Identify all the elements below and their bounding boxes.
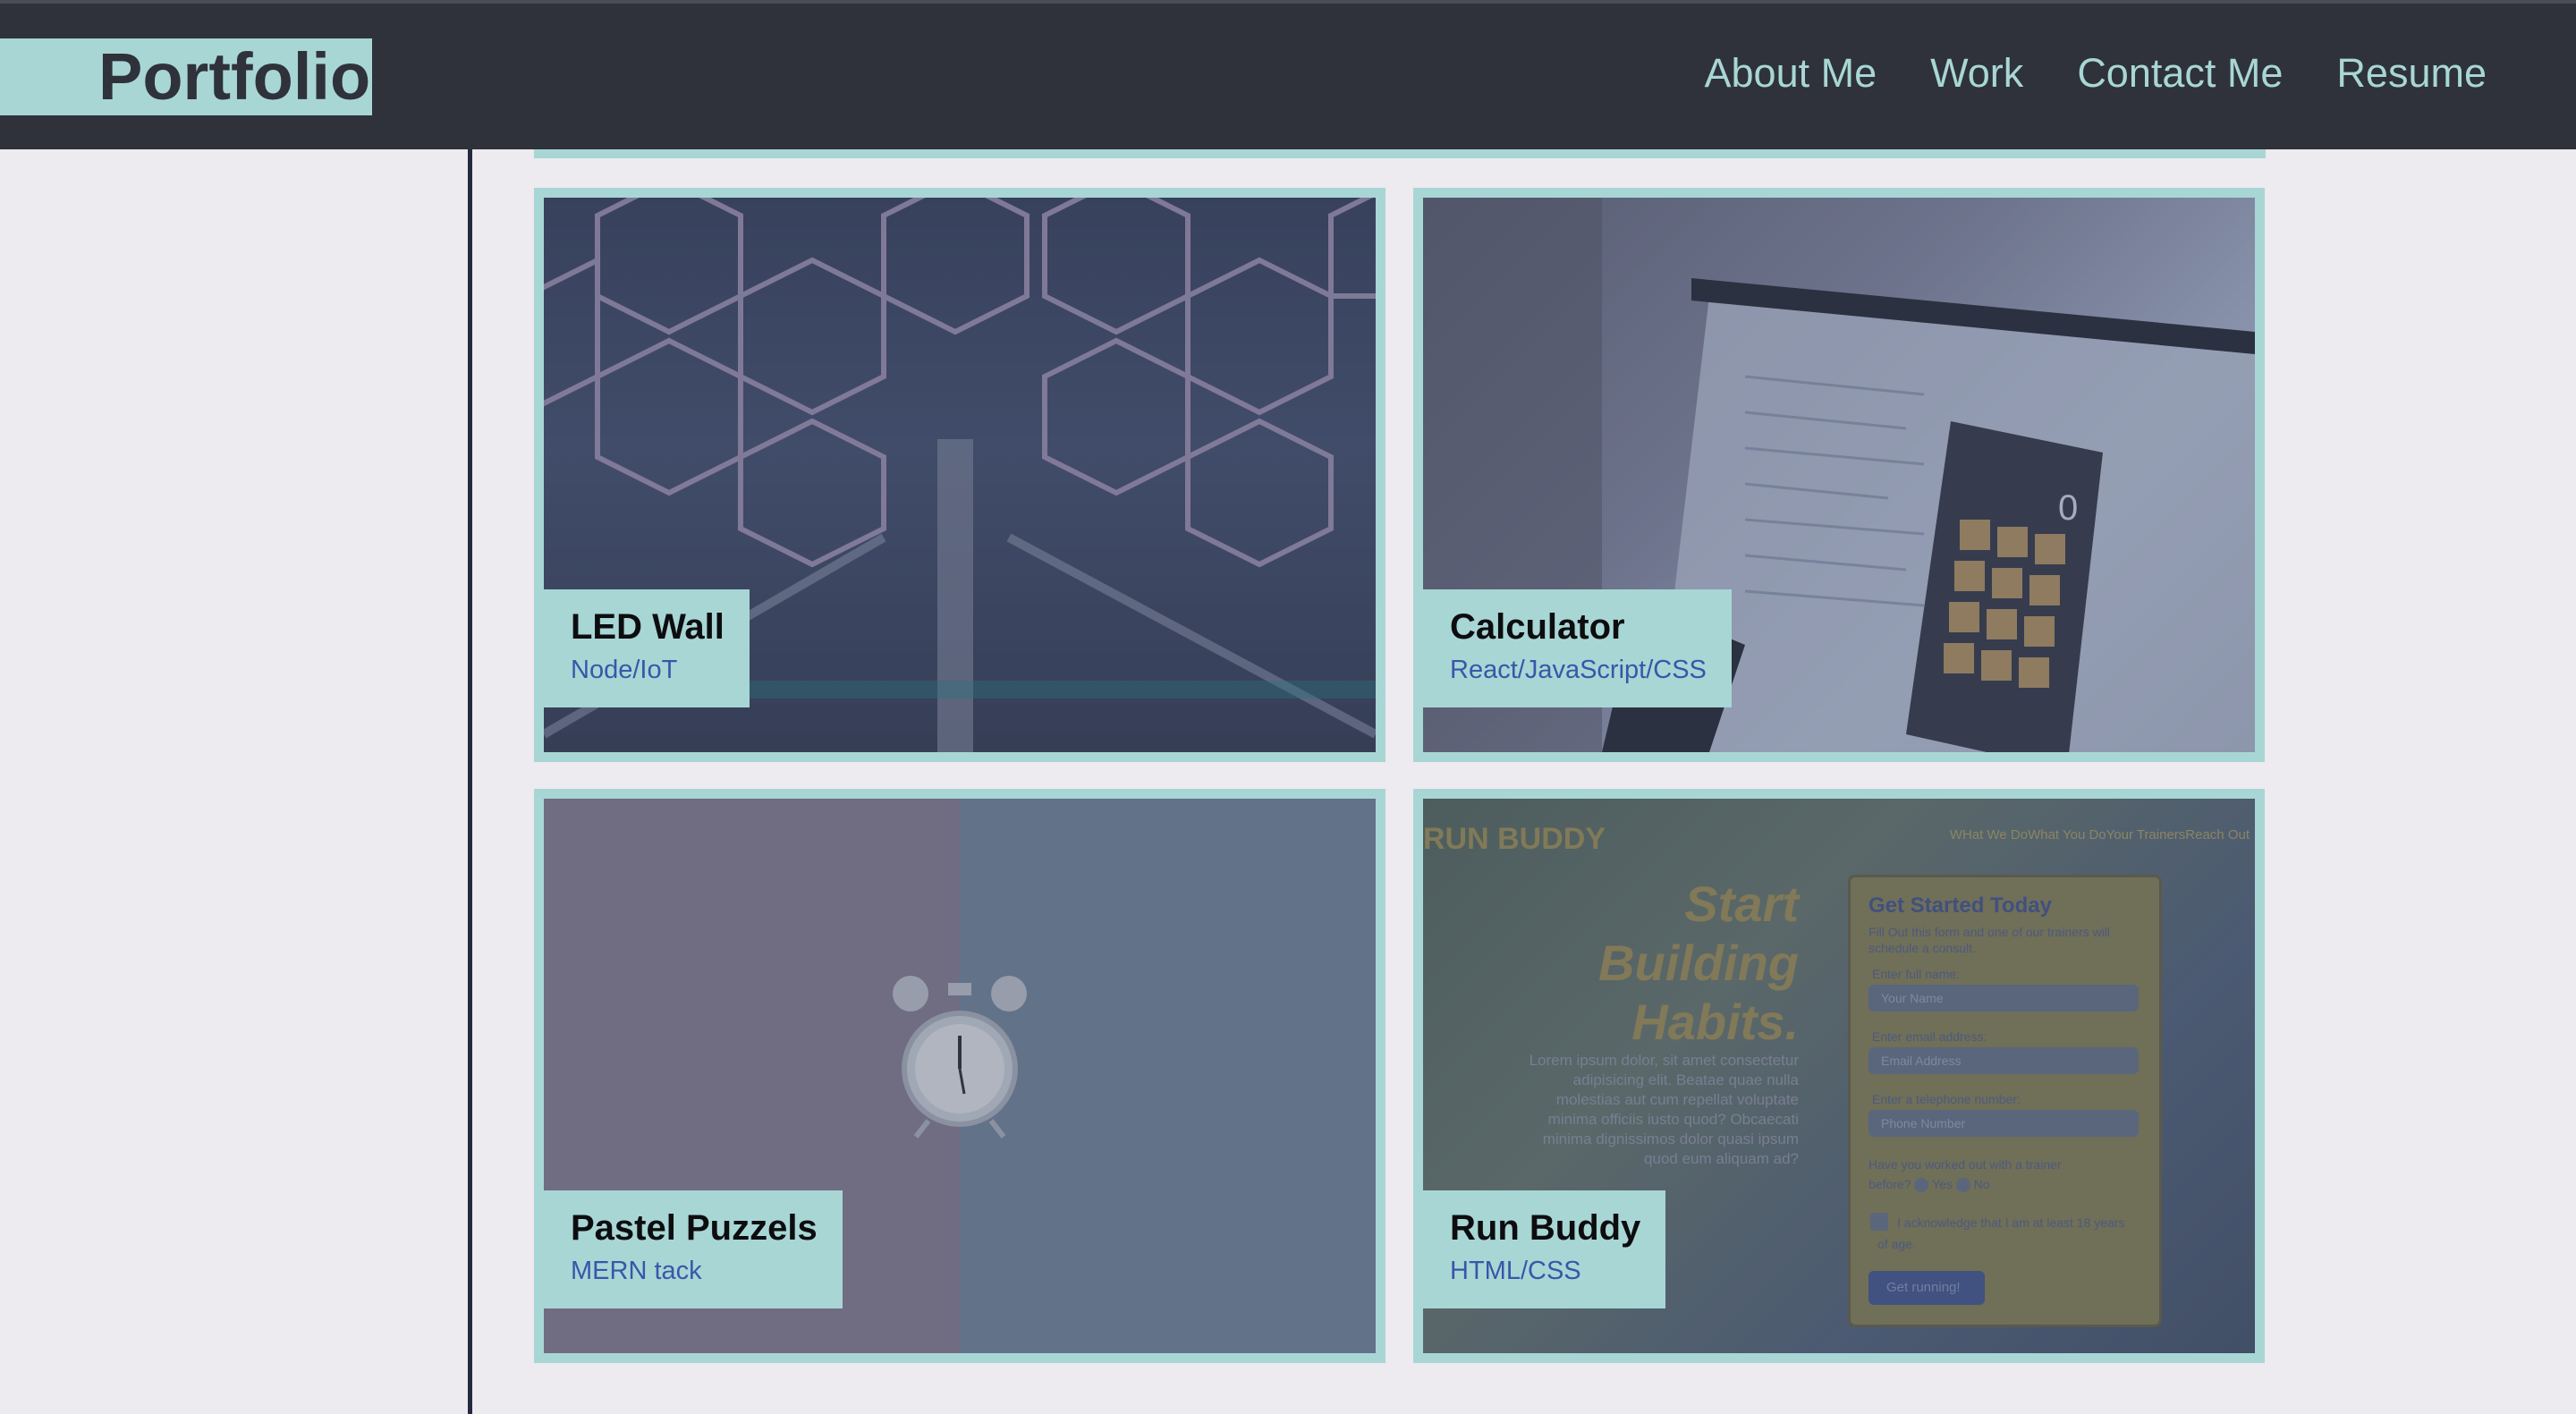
nav-work[interactable]: Work: [1930, 47, 2023, 100]
site-header: Portfolio About Me Work Contact Me Resum…: [0, 4, 2576, 149]
project-label: Run Buddy HTML/CSS: [1423, 1190, 1666, 1308]
project-card-run-buddy[interactable]: RUN BUDDY WHat We DoWhat You DoYour Trai…: [1413, 789, 2265, 1363]
nav-resume[interactable]: Resume: [2336, 47, 2487, 100]
project-card-pastel-puzzels[interactable]: Pastel Puzzels MERN tack: [534, 789, 1385, 1363]
brand-text: Portfolio: [98, 39, 371, 114]
project-tech[interactable]: MERN tack: [571, 1253, 818, 1289]
project-label: LED Wall Node/IoT: [544, 589, 750, 707]
project-label: Calculator React/JavaScript/CSS: [1423, 589, 1732, 707]
project-card-led-wall[interactable]: LED Wall Node/IoT: [534, 188, 1385, 762]
project-title: Run Buddy: [1450, 1208, 1641, 1248]
project-card-calculator[interactable]: 0 Calculator React/JavaScript/CSS: [1413, 188, 2265, 762]
nav-about-me[interactable]: About Me: [1705, 47, 1877, 100]
project-title: Pastel Puzzels: [571, 1208, 818, 1248]
section-divider-line: [468, 149, 472, 1414]
main-nav: About Me Work Contact Me Resume: [1705, 47, 2487, 100]
brand-logo[interactable]: Portfolio: [0, 38, 372, 115]
featured-card-bottom-edge: [534, 149, 2266, 158]
nav-contact-me[interactable]: Contact Me: [2077, 47, 2283, 100]
project-tech[interactable]: HTML/CSS: [1450, 1253, 1640, 1289]
project-title: Calculator: [1450, 607, 1625, 647]
project-label: Pastel Puzzels MERN tack: [544, 1190, 843, 1308]
project-tech[interactable]: React/JavaScript/CSS: [1450, 652, 1707, 688]
project-title: LED Wall: [571, 607, 724, 647]
project-tech[interactable]: Node/IoT: [571, 652, 724, 688]
